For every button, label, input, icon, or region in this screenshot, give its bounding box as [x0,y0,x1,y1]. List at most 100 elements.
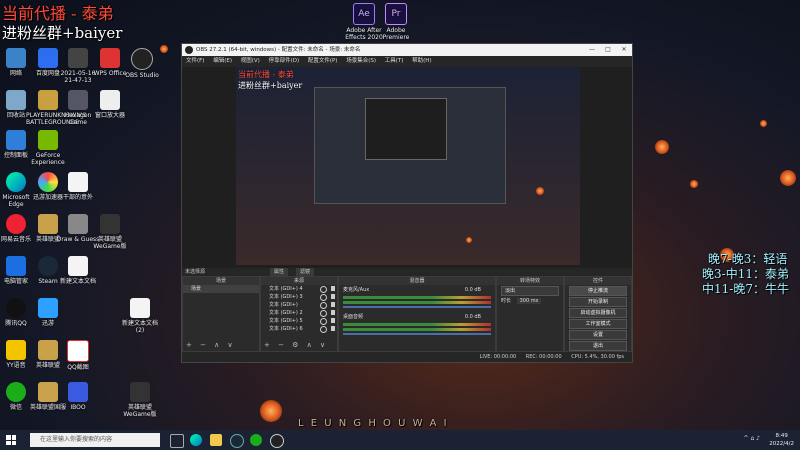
preview-nested-obs [365,98,447,160]
desktop-icon[interactable]: 新建文本文档 (2) [118,298,162,334]
desktop-icon[interactable]: 迅游 [26,298,70,327]
menu-view[interactable]: 视图(V) [241,58,260,64]
preview-overlay-fans: 进粉丝群+baiyer [238,81,303,90]
source-toolbar: 未选择源 属性 滤镜 [182,268,632,276]
document-icon [68,256,88,276]
lock-icon[interactable] [331,326,335,331]
menu-docks[interactable]: 停靠部件(D) [269,58,300,64]
file-explorer-icon[interactable] [210,434,222,446]
menu-file[interactable]: 文件(F) [186,58,204,64]
menu-edit[interactable]: 编辑(E) [213,58,232,64]
volume-meter [343,296,491,299]
lock-icon[interactable] [331,294,335,299]
clock[interactable]: 8:49 2022/4/2 [769,432,794,448]
channel-name: 桌面音频 [343,314,364,320]
desktop-icon[interactable]: IBOO [56,382,100,411]
pubg-icon [38,90,58,110]
recycle-bin-icon [6,90,26,110]
menu-scene-collection[interactable]: 场景集合(S) [346,58,376,64]
preview-overlay-title: 当前代播 - 泰弟 [238,70,294,79]
obs-menu-bar: 文件(F) 编辑(E) 视图(V) 停靠部件(D) 配置文件(P) 场景集合(S… [182,56,632,67]
volume-slider[interactable] [343,306,491,308]
start-button[interactable] [6,435,16,445]
start-recording-button[interactable]: 开始录制 [569,297,627,307]
iboo-icon [68,382,88,402]
obs-icon[interactable] [270,434,284,448]
transition-select[interactable]: 淡出 [501,286,559,296]
scenes-header: 场景 [183,277,259,285]
source-item[interactable]: 文本 (GDI+) 3 [261,293,337,301]
taskbar-search[interactable]: 在这里输入你要搜索的内容 [30,433,160,447]
transitions-dock: 转场特效 淡出 时长 300 ms [496,276,564,352]
network-icon [6,48,26,68]
desktop-icon[interactable]: GeForce Experience [26,130,70,166]
settings-button[interactable]: 设置 [569,330,627,340]
source-item[interactable]: 文本 (GDI+) 2 [261,309,337,317]
geforce-icon [38,130,58,150]
duration-input[interactable]: 300 ms [516,298,542,304]
menu-profile[interactable]: 配置文件(P) [308,58,338,64]
scene-item[interactable]: 场景 [183,285,259,293]
taskbar: 在这里输入你要搜索的内容 ^ ⌂ ♪ 8:49 2022/4/2 [0,430,800,450]
exit-button[interactable]: 退出 [569,341,627,351]
visibility-icon[interactable] [320,318,327,325]
maximize-icon[interactable]: □ [600,44,616,56]
lock-icon[interactable] [331,310,335,315]
filters-button[interactable]: 滤镜 [296,268,315,276]
studio-mode-button[interactable]: 工作室模式 [569,319,627,329]
scene-toolbar[interactable]: + − ∧ ∨ [186,341,236,349]
close-icon[interactable]: ✕ [616,44,632,56]
screenshot-icon [67,340,89,362]
obs-preview[interactable]: 当前代播 - 泰弟 进粉丝群+baiyer [236,67,580,265]
visibility-icon[interactable] [320,326,327,333]
desktop-icon[interactable]: 窗口放大器 [88,90,132,119]
desktop-icon[interactable]: 新建文本文档 [56,256,100,285]
overlay-fans-line: 进粉丝群+baiyer [2,24,123,42]
wechat-icon[interactable] [250,434,262,446]
lock-icon[interactable] [331,286,335,291]
task-view-icon[interactable] [170,434,184,448]
steam-icon[interactable] [230,434,244,448]
source-toolbar[interactable]: + − ⚙ ∧ ∨ [264,341,328,349]
lol-wegame-icon [100,214,120,234]
source-item[interactable]: 文本 (GDI+) 5 [261,317,337,325]
channel-db: 0.0 dB [464,287,481,293]
desktop-icon[interactable]: OBS Studio [120,48,164,79]
steam-icon [38,256,58,276]
lock-icon[interactable] [331,302,335,307]
visibility-icon[interactable] [320,302,327,309]
cpu-status: CPU: 5.4%, 30.00 fps [571,354,624,360]
volume-slider[interactable] [343,333,491,335]
stop-streaming-button[interactable]: 停止推流 [569,286,627,296]
desktop-icon[interactable]: QQ截图 [56,340,100,371]
source-item[interactable]: 文本 (GDI+) 6 [261,325,337,333]
lol-icon [38,214,58,234]
overlay-title: 当前代播 - 泰弟 [2,4,114,23]
virtual-camera-button[interactable]: 启动虚拟摄像机 [569,308,627,318]
visibility-icon[interactable] [320,294,327,301]
controls-header: 控件 [565,277,631,285]
channel-db: 0.0 dB [464,314,481,320]
desktop-icon[interactable]: 干部的意外 [56,172,100,201]
preview-nested-capture [314,87,506,204]
menu-tools[interactable]: 工具(T) [385,58,404,64]
obs-logo-icon [185,46,193,54]
desktop-icon[interactable]: 英雄联盟 WeGame版 [118,382,162,418]
video-file-icon [68,48,88,68]
visibility-icon[interactable] [320,310,327,317]
duration-label: 时长 [501,298,512,304]
source-item[interactable]: 文本 (GDI+) [261,301,337,309]
edge-icon[interactable] [190,434,202,446]
menu-help[interactable]: 帮助(H) [412,58,431,64]
minimize-icon[interactable]: — [584,44,600,56]
obs-window[interactable]: OBS 27.2.1 (64-bit, windows) - 配置文件: 未命名… [181,43,633,363]
lock-icon[interactable] [331,318,335,323]
source-item[interactable]: 文本 (GDI+) 4 [261,285,337,293]
visibility-icon[interactable] [320,286,327,293]
pc-manager-icon [6,256,26,276]
desktop-icon-premiere[interactable]: Pr Adobe Premiere [374,3,418,41]
desktop-icon[interactable]: 英雄联盟 WeGame版 [88,214,132,250]
lol-wegame-icon [130,382,150,402]
obs-title-bar[interactable]: OBS 27.2.1 (64-bit, windows) - 配置文件: 未命名… [182,44,632,56]
properties-button[interactable]: 属性 [270,268,289,276]
